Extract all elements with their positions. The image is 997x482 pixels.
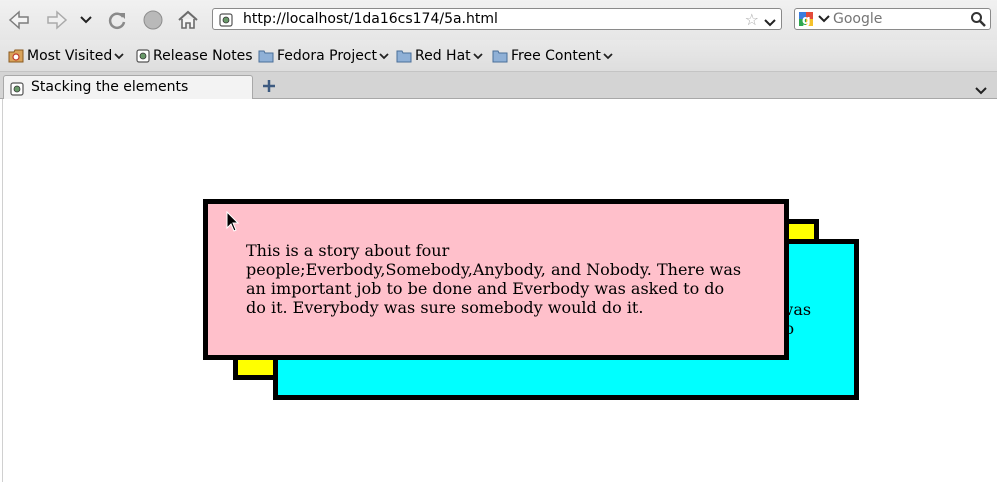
reload-button[interactable]	[104, 7, 130, 33]
bookmark-label: Release Notes	[153, 48, 253, 64]
page-icon	[10, 81, 24, 100]
url-bar[interactable]: http://localhost/1da16cs174/5a.html ☆	[212, 8, 782, 30]
plus-icon	[263, 80, 275, 92]
stop-icon	[143, 10, 163, 30]
mouse-cursor-icon	[226, 211, 240, 232]
viewport-border	[2, 99, 3, 482]
tab-title: Stacking the elements	[31, 79, 189, 95]
tab-stacking-the-elements[interactable]: Stacking the elements	[3, 75, 253, 99]
search-engine-selector[interactable]: g	[798, 11, 832, 27]
bookmarks-toolbar: Most Visited Release Notes Fedora Projec…	[0, 40, 997, 72]
bookmark-star-icon[interactable]: ☆	[745, 10, 759, 29]
page-icon	[136, 49, 150, 63]
bookmark-label: Free Content	[511, 48, 601, 64]
bookmark-most-visited[interactable]: Most Visited	[8, 47, 124, 65]
navigation-toolbar: http://localhost/1da16cs174/5a.html ☆ g	[0, 0, 997, 40]
folder-icon	[492, 49, 508, 63]
search-bar[interactable]: g	[794, 8, 991, 30]
folder-icon	[396, 49, 412, 63]
home-button[interactable]	[175, 7, 201, 33]
history-dropdown[interactable]	[74, 7, 98, 33]
chevron-down-icon	[114, 52, 124, 60]
svg-text:g: g	[802, 13, 811, 27]
back-arrow-icon	[8, 10, 29, 30]
chevron-down-icon	[975, 87, 987, 95]
url-text[interactable]: http://localhost/1da16cs174/5a.html	[243, 11, 498, 27]
bookmark-label: Fedora Project	[277, 48, 378, 64]
bookmark-label: Most Visited	[27, 48, 113, 64]
page-icon	[219, 12, 233, 31]
bookmark-fedora-project[interactable]: Fedora Project	[258, 47, 389, 65]
bookmark-red-hat[interactable]: Red Hat	[396, 47, 483, 65]
new-tab-button[interactable]	[260, 77, 278, 95]
stop-button[interactable]	[140, 7, 166, 33]
list-all-tabs-button[interactable]	[975, 80, 987, 99]
search-icon[interactable]	[970, 11, 986, 31]
most-visited-icon	[8, 48, 24, 64]
tab-strip: Stacking the elements	[0, 72, 997, 99]
bookmark-free-content[interactable]: Free Content	[492, 47, 613, 65]
forward-arrow-icon	[47, 10, 68, 30]
google-icon: g	[799, 12, 830, 27]
pink-box: This is a story about four people;Everbo…	[203, 199, 789, 360]
chevron-down-icon	[379, 52, 389, 60]
back-button[interactable]	[6, 7, 32, 33]
forward-button[interactable]	[44, 7, 70, 33]
reload-icon	[108, 12, 126, 29]
bookmark-release-notes[interactable]: Release Notes	[136, 47, 253, 65]
chevron-down-icon	[80, 16, 92, 24]
search-input[interactable]	[833, 10, 965, 28]
home-icon	[178, 10, 198, 29]
chevron-down-icon	[473, 52, 483, 60]
folder-icon	[258, 49, 274, 63]
url-dropdown-icon[interactable]	[764, 12, 776, 31]
chevron-down-icon	[603, 52, 613, 60]
pink-box-text: This is a story about four people;Everbo…	[246, 241, 742, 317]
bookmark-label: Red Hat	[415, 48, 471, 64]
